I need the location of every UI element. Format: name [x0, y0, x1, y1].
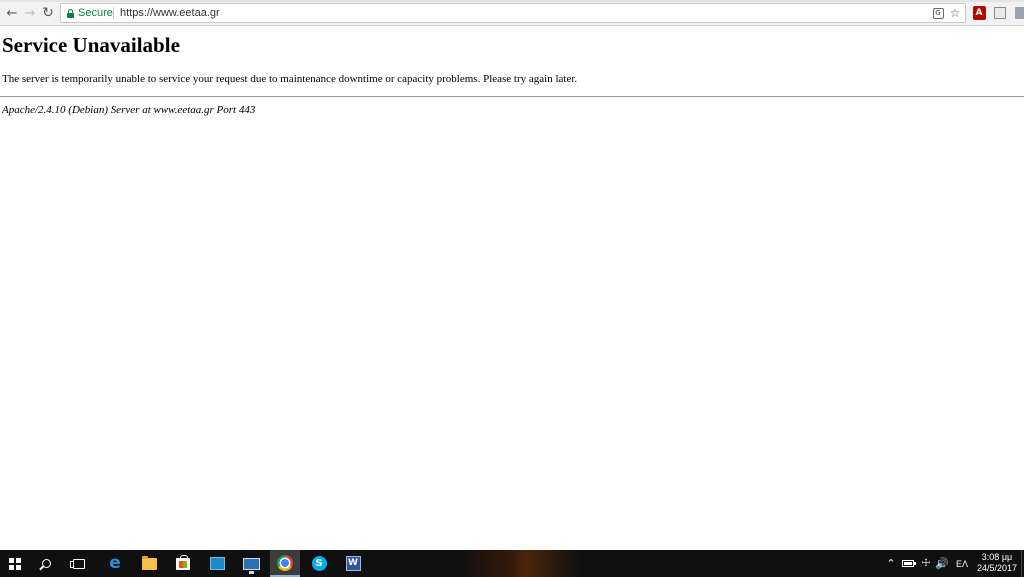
bookmark-star-icon[interactable]: ☆: [948, 6, 962, 20]
speaker-icon: 🔊: [935, 557, 949, 570]
show-hidden-icons-button[interactable]: ⌃: [884, 550, 898, 577]
back-button[interactable]: ←: [4, 5, 20, 21]
volume-tray-button[interactable]: 🔊: [934, 550, 950, 577]
page-content: Service Unavailable The server is tempor…: [0, 26, 1024, 550]
taskbar-skype[interactable]: S: [304, 550, 334, 577]
address-bar[interactable]: Secure https://www.eetaa.gr G ☆: [60, 3, 966, 23]
arrow-right-icon: →: [24, 5, 36, 21]
battery-icon: [902, 560, 916, 567]
adobe-pdf-extension-icon[interactable]: A: [971, 5, 987, 21]
server-signature: Apache/2.4.10 (Debian) Server at www.eet…: [2, 104, 256, 116]
word-icon: W: [345, 556, 361, 571]
reload-icon: ↻: [42, 5, 54, 21]
start-button[interactable]: [0, 550, 30, 577]
edge-icon: e: [109, 553, 121, 573]
save-extension-icon[interactable]: [1012, 5, 1024, 21]
taskbar-app[interactable]: [202, 550, 232, 577]
windows-taskbar: e S W ⌃ ☩ 🔊 EΛ 3:08 μμ 24/5/2017: [0, 550, 1024, 577]
folder-icon: [141, 555, 157, 570]
taskbar-store[interactable]: [168, 550, 198, 577]
taskbar-word[interactable]: W: [338, 550, 368, 577]
window-extension-icon[interactable]: [992, 5, 1008, 21]
taskbar-chrome[interactable]: [270, 550, 300, 577]
wifi-icon: ☩: [921, 558, 931, 569]
store-bag-icon: [176, 554, 190, 570]
wallpaper-peek: [460, 550, 580, 577]
search-button[interactable]: [31, 550, 61, 577]
error-message: The server is temporarily unable to serv…: [2, 73, 578, 85]
app-window-icon: [209, 557, 225, 570]
chrome-icon: [277, 554, 293, 571]
browser-toolbar: ← → ↻ Secure https://www.eetaa.gr G ☆ A: [0, 0, 1024, 26]
taskbar-app[interactable]: [236, 550, 266, 577]
arrow-left-icon: ←: [6, 5, 18, 21]
search-icon: [41, 559, 51, 568]
address-separator: [113, 7, 114, 19]
security-label[interactable]: Secure: [78, 6, 113, 20]
url-text[interactable]: https://www.eetaa.gr: [120, 6, 220, 20]
network-tray-button[interactable]: ☩: [918, 550, 934, 577]
translate-icon[interactable]: G: [931, 6, 945, 20]
clock[interactable]: 3:08 μμ 24/5/2017: [974, 552, 1020, 574]
clock-time: 3:08 μμ: [981, 552, 1013, 562]
clock-date: 24/5/2017: [976, 563, 1018, 573]
battery-tray-button[interactable]: [900, 550, 916, 577]
task-view-icon: [70, 558, 85, 569]
taskbar-file-explorer[interactable]: [134, 550, 164, 577]
reload-button[interactable]: ↻: [40, 5, 56, 21]
task-view-button[interactable]: [64, 550, 94, 577]
windows-logo-icon: [9, 557, 21, 570]
divider: [0, 96, 1024, 97]
monitor-icon: [242, 557, 260, 574]
page-title: Service Unavailable: [2, 33, 180, 57]
input-language-button[interactable]: EΛ: [954, 550, 970, 577]
chevron-up-icon: ⌃: [886, 557, 896, 570]
tab-strip-edge: [0, 0, 1024, 2]
taskbar-edge[interactable]: e: [100, 550, 130, 577]
lock-icon: [67, 9, 74, 18]
skype-icon: S: [311, 556, 327, 571]
forward-button[interactable]: →: [22, 5, 38, 21]
